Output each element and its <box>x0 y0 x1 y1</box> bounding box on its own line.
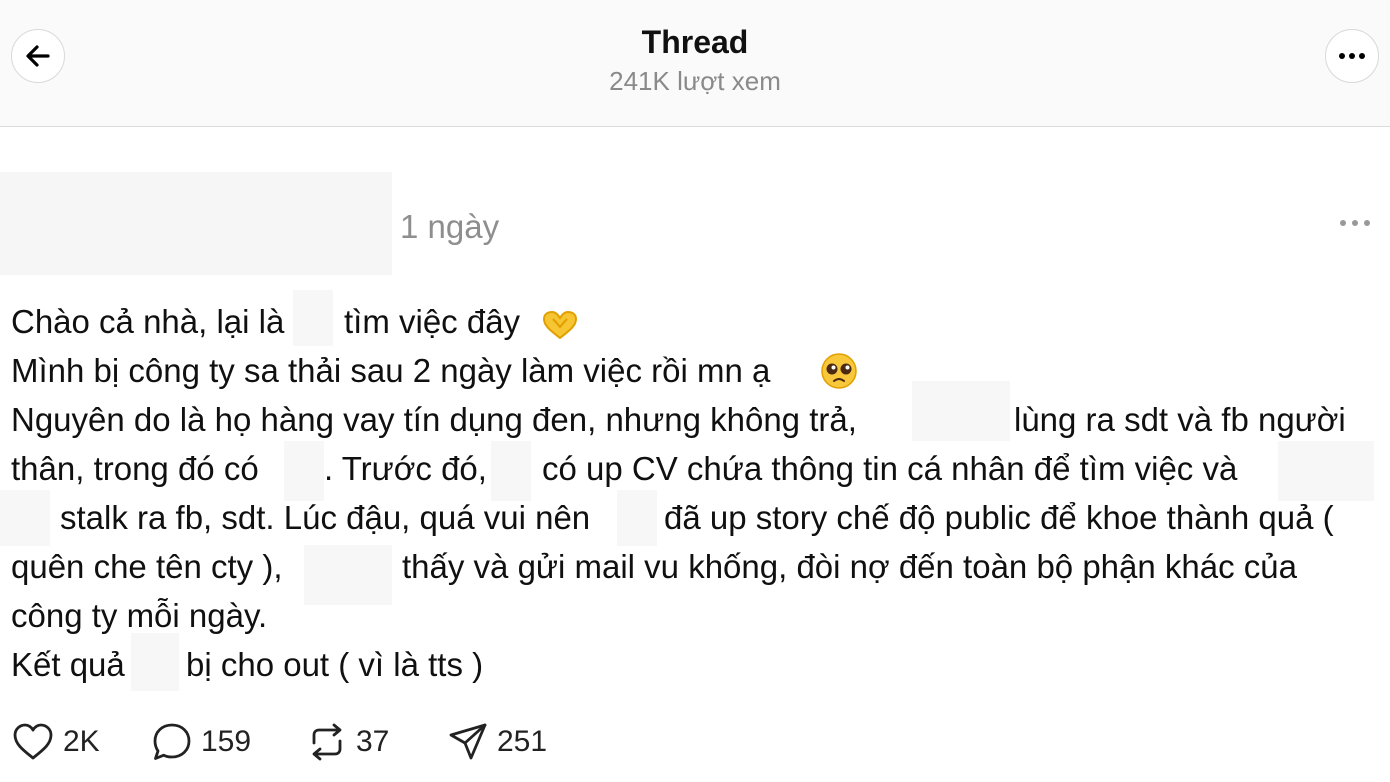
more-button[interactable] <box>1325 29 1379 83</box>
reply-button[interactable]: 159 <box>151 720 251 764</box>
repost-button[interactable]: 37 <box>306 720 389 764</box>
post-text: thân, trong đó có <box>11 450 259 487</box>
share-icon <box>449 723 487 760</box>
author-blurred[interactable] <box>0 172 392 275</box>
reply-count: 159 <box>201 725 252 758</box>
post-text: Chào cả nhà, lại là <box>11 303 285 340</box>
redacted-text <box>0 490 50 546</box>
redacted-text <box>617 490 657 546</box>
redacted-text <box>304 545 392 605</box>
redacted-text <box>491 441 531 501</box>
comment-icon <box>153 723 191 760</box>
redacted-text <box>284 441 324 501</box>
post-text: Nguyên do là họ hàng vay tín dụng đen, n… <box>11 401 857 438</box>
post-text: quên che tên cty ), <box>11 548 283 585</box>
page-title: Thread <box>641 24 749 60</box>
post-text: Mình bị công ty sa thải sau 2 ngày làm v… <box>11 352 771 389</box>
post-text: có up CV chứa thông tin cá nhân để tìm v… <box>542 450 1238 487</box>
post-text: stalk ra fb, sdt. Lúc đậu, quá vui nên <box>60 499 591 536</box>
redacted-text <box>1278 441 1374 501</box>
post-time: 1 ngày <box>400 208 500 245</box>
more-icon <box>1339 53 1365 59</box>
repost-icon <box>312 723 342 761</box>
post-more-button[interactable] <box>1339 214 1371 232</box>
post-text: . Trước đó, <box>324 450 487 487</box>
repost-count: 37 <box>356 725 390 758</box>
heart-hands-emoji <box>542 310 578 340</box>
pleading-face-emoji <box>821 353 857 389</box>
like-count: 2K <box>63 725 100 758</box>
like-button[interactable]: 2K <box>11 720 100 764</box>
post-text: lùng ra sdt và fb người <box>1014 401 1346 438</box>
post-text: công ty mỗi ngày. <box>11 597 268 634</box>
post-text: Kết quả <box>11 646 125 683</box>
share-count: 251 <box>497 725 548 758</box>
view-count: 241K lượt xem <box>609 66 781 96</box>
post-text: tìm việc đây <box>344 303 521 340</box>
redacted-text <box>293 290 333 346</box>
redacted-text <box>912 381 1010 441</box>
post-text: đã up story chế độ public để khoe thành … <box>664 499 1334 536</box>
more-icon <box>1340 220 1370 226</box>
post-text: bị cho out ( vì là tts ) <box>186 646 484 683</box>
share-button[interactable]: 251 <box>447 720 547 764</box>
post-text: thấy và gửi mail vu khống, đòi nợ đến to… <box>402 548 1297 585</box>
redacted-text <box>131 633 179 691</box>
thread-header: Thread 241K lượt xem <box>0 0 1390 127</box>
heart-icon <box>13 723 53 760</box>
